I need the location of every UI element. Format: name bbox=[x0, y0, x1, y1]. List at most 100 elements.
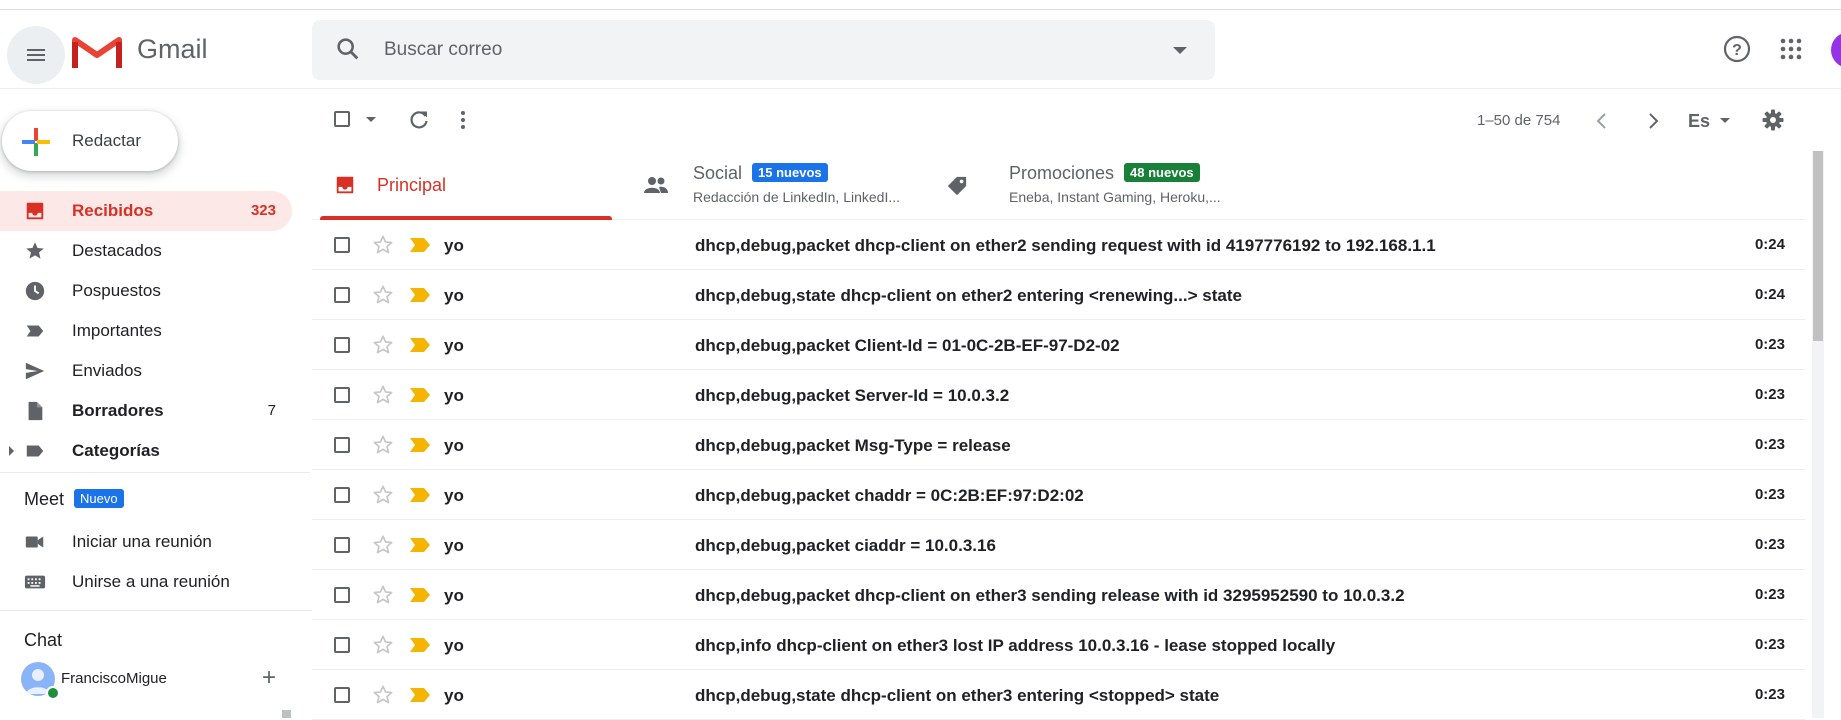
email-subject: dhcp,debug,packet Server-Id = 10.0.3.2 bbox=[695, 386, 1010, 405]
star-outline-icon[interactable] bbox=[372, 534, 394, 556]
important-marker-icon[interactable] bbox=[409, 537, 431, 553]
email-row[interactable]: yo dhcp,debug,packet Client-Id = 01-0C-2… bbox=[312, 320, 1805, 370]
important-marker-icon[interactable] bbox=[409, 587, 431, 603]
sidebar-item-sent[interactable]: Enviados bbox=[0, 351, 292, 391]
select-dropdown-caret-icon[interactable] bbox=[366, 117, 376, 122]
email-select-checkbox[interactable] bbox=[334, 537, 350, 553]
search-options-caret-icon[interactable] bbox=[1173, 47, 1187, 54]
important-marker-icon[interactable] bbox=[409, 687, 431, 703]
draft-icon bbox=[28, 401, 43, 421]
sidebar-item-inbox[interactable]: Recibidos 323 bbox=[0, 191, 292, 231]
email-subject: dhcp,debug,packet dhcp-client on ether3 … bbox=[695, 586, 1405, 605]
important-marker-icon[interactable] bbox=[409, 387, 431, 403]
scrollbar-thumb[interactable] bbox=[1813, 151, 1823, 341]
email-row[interactable]: yo dhcp,debug,state dhcp-client on ether… bbox=[312, 270, 1805, 320]
tab-title-text: Promociones bbox=[1009, 163, 1115, 183]
email-select-checkbox[interactable] bbox=[334, 687, 350, 703]
app-brand-name[interactable]: Gmail bbox=[137, 34, 208, 65]
sidebar-item-label: Pospuestos bbox=[72, 281, 161, 300]
email-row[interactable]: yo dhcp,debug,packet Msg-Type = release … bbox=[312, 420, 1805, 470]
main-scrollbar[interactable] bbox=[1812, 151, 1824, 718]
email-select-checkbox[interactable] bbox=[334, 637, 350, 653]
search-icon[interactable] bbox=[334, 35, 362, 63]
email-select-checkbox[interactable] bbox=[334, 287, 350, 303]
star-outline-icon[interactable] bbox=[372, 584, 394, 606]
email-time: 0:23 bbox=[1754, 486, 1785, 503]
search-bar[interactable]: Buscar correo bbox=[312, 20, 1215, 80]
star-outline-icon[interactable] bbox=[372, 634, 394, 656]
important-marker-icon[interactable] bbox=[409, 287, 431, 303]
tab-subtitle: Eneba, Instant Gaming, Heroku,... bbox=[1009, 189, 1221, 205]
star-outline-icon[interactable] bbox=[372, 684, 394, 706]
email-select-checkbox[interactable] bbox=[334, 487, 350, 503]
tab-social[interactable]: Social 15 nuevos Redacción de LinkedIn, L… bbox=[617, 151, 930, 219]
email-select-checkbox[interactable] bbox=[334, 237, 350, 253]
star-outline-icon[interactable] bbox=[372, 434, 394, 456]
meet-start-meeting[interactable]: Iniciar una reunión bbox=[0, 522, 292, 562]
compose-button[interactable]: Redactar bbox=[2, 111, 178, 171]
sidebar-item-starred[interactable]: Destacados bbox=[0, 231, 292, 271]
important-marker-icon[interactable] bbox=[409, 237, 431, 253]
email-row[interactable]: yo dhcp,debug,packet dhcp-client on ethe… bbox=[312, 220, 1805, 270]
email-select-checkbox[interactable] bbox=[334, 437, 350, 453]
refresh-icon[interactable] bbox=[407, 108, 431, 132]
sidebar-item-categories[interactable]: Categorías bbox=[0, 431, 292, 471]
sidebar-item-label: Enviados bbox=[72, 361, 142, 380]
important-marker-icon[interactable] bbox=[409, 487, 431, 503]
gmail-logo-icon[interactable] bbox=[72, 32, 122, 70]
label-icon bbox=[26, 445, 44, 457]
expand-arrow-icon[interactable] bbox=[9, 446, 14, 456]
star-outline-icon[interactable] bbox=[372, 284, 394, 306]
star-outline-icon[interactable] bbox=[372, 484, 394, 506]
search-input[interactable]: Buscar correo bbox=[384, 39, 502, 61]
sidebar-item-important[interactable]: Importantes bbox=[0, 311, 292, 351]
sidebar-scrollbar[interactable] bbox=[282, 710, 291, 718]
contact-name: FranciscoMigue bbox=[61, 670, 167, 687]
meet-join-meeting[interactable]: Unirse a una reunión bbox=[0, 562, 292, 602]
star-icon bbox=[26, 242, 44, 259]
important-marker-icon[interactable] bbox=[409, 637, 431, 653]
sidebar-item-snoozed[interactable]: Pospuestos bbox=[0, 271, 292, 311]
email-row[interactable]: yo dhcp,debug,packet Server-Id = 10.0.3.… bbox=[312, 370, 1805, 420]
email-sender: yo bbox=[444, 336, 464, 355]
email-row[interactable]: yo dhcp,debug,state dhcp-client on ether… bbox=[312, 670, 1805, 720]
tab-principal[interactable]: Principal bbox=[312, 151, 617, 220]
app-header: Gmail Buscar correo ? bbox=[0, 10, 1841, 89]
help-icon[interactable]: ? bbox=[1722, 34, 1752, 64]
tab-promociones[interactable]: Promociones 48 nuevos Eneba, Instant Gami… bbox=[930, 151, 1430, 219]
sidebar-item-label: Importantes bbox=[72, 321, 162, 340]
email-sender: yo bbox=[444, 386, 464, 405]
apps-grid-icon[interactable] bbox=[1779, 37, 1803, 61]
email-row[interactable]: yo dhcp,debug,packet chaddr = 0C:2B:EF:9… bbox=[312, 470, 1805, 520]
important-marker-icon[interactable] bbox=[409, 437, 431, 453]
email-select-checkbox[interactable] bbox=[334, 587, 350, 603]
more-vert-icon[interactable] bbox=[459, 108, 467, 132]
email-sender: yo bbox=[444, 586, 464, 605]
star-outline-icon[interactable] bbox=[372, 384, 394, 406]
star-outline-icon[interactable] bbox=[372, 234, 394, 256]
add-chat-icon[interactable]: + bbox=[262, 666, 276, 690]
email-row[interactable]: yo dhcp,info dhcp-client on ether3 lost … bbox=[312, 620, 1805, 670]
email-subject: dhcp,debug,state dhcp-client on ether2 e… bbox=[695, 286, 1242, 305]
unread-count: 323 bbox=[250, 202, 276, 219]
online-status-dot bbox=[46, 686, 60, 700]
email-select-checkbox[interactable] bbox=[334, 387, 350, 403]
input-language-selector[interactable]: Es bbox=[1688, 111, 1731, 132]
language-caret-icon bbox=[1720, 118, 1731, 123]
prev-page-chevron-icon[interactable] bbox=[1594, 112, 1610, 130]
email-select-checkbox[interactable] bbox=[334, 337, 350, 353]
email-subject: dhcp,debug,state dhcp-client on ether3 e… bbox=[695, 686, 1220, 705]
email-row[interactable]: yo dhcp,debug,packet dhcp-client on ethe… bbox=[312, 570, 1805, 620]
email-subject: dhcp,debug,packet ciaddr = 10.0.3.16 bbox=[695, 536, 996, 555]
email-row[interactable]: yo dhcp,debug,packet ciaddr = 10.0.3.16 … bbox=[312, 520, 1805, 570]
settings-gear-icon[interactable] bbox=[1761, 108, 1785, 132]
account-avatar[interactable] bbox=[1831, 32, 1841, 68]
next-page-chevron-icon[interactable] bbox=[1645, 112, 1661, 130]
select-all-checkbox[interactable] bbox=[334, 111, 350, 127]
star-outline-icon[interactable] bbox=[372, 334, 394, 356]
important-marker-icon[interactable] bbox=[409, 337, 431, 353]
sidebar-item-drafts[interactable]: Borradores 7 bbox=[0, 391, 292, 431]
compose-plus-icon bbox=[22, 128, 50, 156]
main-menu-button[interactable] bbox=[7, 26, 65, 84]
inbox-icon bbox=[26, 202, 44, 220]
